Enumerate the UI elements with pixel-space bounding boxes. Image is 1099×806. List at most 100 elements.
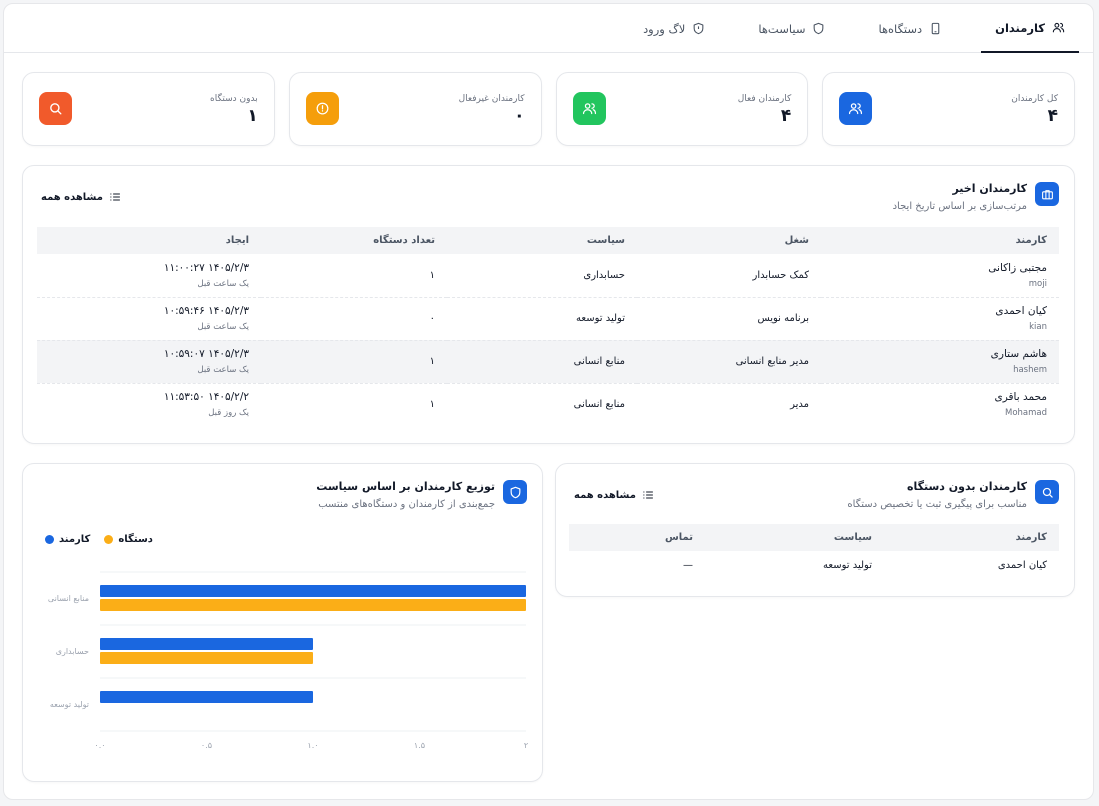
employee-cell: هاشم ستاری hashem bbox=[821, 340, 1059, 384]
view-all-label: مشاهده همه bbox=[41, 191, 103, 203]
users-icon bbox=[572, 92, 606, 125]
stat-no-device: بدون دستگاه ۱ bbox=[22, 72, 275, 146]
x-tick-label: ۰.۵ bbox=[201, 741, 212, 750]
created-date: ۱۴۰۵/۲/۳ ۱۰:۵۹:۰۷ bbox=[163, 348, 249, 360]
view-all-button[interactable]: مشاهده همه bbox=[41, 191, 121, 203]
search-icon bbox=[1035, 480, 1059, 504]
stat-active-employees: کارمندان فعال ۴ bbox=[555, 72, 809, 146]
column-header: کارمند bbox=[821, 227, 1059, 254]
recent-employees-table: کارمند شغل سیاست تعداد دستگاه ایجاد مجتب… bbox=[37, 227, 1059, 426]
created-ago: یک ساعت قبل bbox=[197, 322, 249, 332]
stat-value: ۴ bbox=[780, 106, 792, 126]
column-header: سیاست bbox=[447, 227, 637, 254]
employee-cell: مجتبی زاکانی moji bbox=[821, 254, 1059, 298]
employee-cell: محمد باقری Mohamad bbox=[821, 383, 1059, 426]
stat-total-employees: کل کارمندان ۴ bbox=[822, 72, 1075, 146]
table-row[interactable]: محمد باقری Mohamad مدیر منابع انسانی ۱ ۱۴… bbox=[37, 383, 1059, 426]
bar bbox=[100, 691, 313, 703]
employee-cell: کیان احمدی kian bbox=[821, 297, 1059, 341]
bar bbox=[100, 585, 526, 597]
tab-employees[interactable]: کارمندان bbox=[981, 4, 1079, 53]
stats-row: کل کارمندان ۴ کارمندان فعال ۴ کارمندان غ… bbox=[22, 72, 1075, 146]
card-subtitle: مناسب برای پیگیری ثبت یا تخصیص دستگاه bbox=[847, 499, 1027, 510]
distribution-chart: منابع انسانی حسابداری تولید توسعه ۰.۰ ۰.۵ ۱.۰… bbox=[48, 571, 528, 750]
app-frame: کارمندان دستگاه‌ها سیاست‌ها لاگ ورود کل … bbox=[3, 3, 1094, 800]
table-row[interactable]: کیان احمدی kian برنامه نویس تولید توسعه ۰… bbox=[37, 297, 1059, 341]
table-row[interactable]: هاشم ستاری hashem مدیر منابع انسانی منابع… bbox=[37, 340, 1059, 384]
created-ago: یک ساعت قبل bbox=[197, 278, 249, 289]
created-cell: ۱۴۰۵/۲/۲ ۱۱:۵۳:۵۰ یک روز قبل bbox=[37, 383, 261, 426]
stat-label: کل کارمندان bbox=[1011, 94, 1058, 104]
bar bbox=[100, 599, 526, 611]
view-all-label: مشاهده همه bbox=[574, 489, 636, 501]
category-label: حسابداری bbox=[56, 647, 89, 656]
stat-label: کارمندان غیرفعال bbox=[458, 94, 525, 104]
stat-value: ۰ bbox=[514, 106, 525, 126]
table-header: کارمند شغل سیاست تعداد دستگاه ایجاد bbox=[37, 227, 1059, 254]
employee-username: moji bbox=[1028, 278, 1047, 289]
contact-cell: — bbox=[683, 559, 693, 571]
created-date: ۱۴۰۵/۲/۳ ۱۱:۰۰:۲۷ bbox=[163, 261, 249, 274]
column-header: سیاست bbox=[705, 524, 884, 551]
table-header: کارمند سیاست تماس bbox=[569, 524, 1059, 551]
table-row[interactable]: کیان احمدی تولید توسعه — bbox=[569, 551, 1059, 579]
no-device-table: کارمند سیاست تماس کیان احمدی تولید توسعه… bbox=[569, 524, 1059, 579]
policy-cell: تولید توسعه bbox=[823, 559, 872, 571]
tab-label: کارمندان bbox=[995, 20, 1045, 35]
employee-name: محمد باقری bbox=[994, 391, 1047, 404]
job-cell: برنامه نویس bbox=[637, 297, 821, 341]
policy-cell: منابع انسانی bbox=[447, 340, 637, 384]
stat-inactive-employees: کارمندان غیرفعال ۰ bbox=[288, 72, 542, 146]
clock-icon bbox=[305, 92, 339, 125]
tab-devices[interactable]: دستگاه‌ها bbox=[864, 4, 956, 53]
column-header: ایجاد bbox=[37, 227, 261, 254]
created-cell: ۱۴۰۵/۲/۳ ۱۱:۰۰:۲۷ یک ساعت قبل bbox=[37, 254, 261, 298]
job-cell: کمک حسابدار bbox=[637, 254, 821, 298]
users-icon bbox=[839, 92, 873, 125]
stat-label: بدون دستگاه bbox=[210, 94, 258, 104]
tab-login-log[interactable]: لاگ ورود bbox=[629, 4, 719, 53]
stat-value: ۴ bbox=[1047, 106, 1058, 126]
job-cell: مدیر منابع انسانی bbox=[637, 340, 821, 384]
created-date: ۱۴۰۵/۲/۳ ۱۰:۵۹:۴۶ bbox=[163, 305, 249, 317]
employee-username: Mohamad bbox=[1004, 408, 1047, 419]
recent-employees-card: کارمندان اخیر مرتب‌سازی بر اساس تاریخ ای… bbox=[22, 165, 1075, 444]
column-header: کارمند bbox=[884, 524, 1059, 551]
card-title: کارمندان بدون دستگاه bbox=[906, 480, 1027, 493]
column-header: تماس bbox=[569, 524, 705, 551]
list-icon bbox=[110, 193, 120, 201]
card-subtitle: مرتب‌سازی بر اساس تاریخ ایجاد bbox=[892, 201, 1027, 212]
view-all-button[interactable]: مشاهده همه bbox=[574, 489, 654, 501]
tab-label: لاگ ورود bbox=[643, 21, 686, 36]
tab-policies[interactable]: سیاست‌ها bbox=[744, 4, 839, 53]
stat-value: ۱ bbox=[247, 106, 258, 126]
x-tick-label: ۰.۰ bbox=[94, 741, 105, 750]
policy-cell: حسابداری bbox=[447, 254, 637, 298]
table-row[interactable]: مجتبی زاکانی moji کمک حسابدار حسابداری ۱ … bbox=[37, 254, 1059, 298]
category-label: منابع انسانی bbox=[48, 594, 89, 603]
phone-icon bbox=[931, 22, 940, 35]
list-icon bbox=[643, 491, 653, 499]
device-count-cell: ۱ bbox=[261, 340, 447, 384]
device-count-cell: ۱ bbox=[429, 399, 435, 411]
employee-username: hashem bbox=[1013, 365, 1047, 375]
bar bbox=[100, 652, 313, 664]
created-ago: یک روز قبل bbox=[208, 408, 249, 419]
policy-cell: منابع انسانی bbox=[573, 399, 625, 411]
tab-label: دستگاه‌ها bbox=[878, 21, 923, 36]
created-cell: ۱۴۰۵/۲/۳ ۱۰:۵۹:۰۷ یک ساعت قبل bbox=[37, 340, 261, 384]
created-cell: ۱۴۰۵/۲/۳ ۱۰:۵۹:۴۶ یک ساعت قبل bbox=[37, 297, 261, 341]
category-label: تولید توسعه bbox=[50, 700, 89, 709]
card-title: کارمندان اخیر bbox=[952, 182, 1027, 195]
users-icon bbox=[1052, 22, 1065, 33]
employee-name: مجتبی زاکانی bbox=[988, 261, 1047, 274]
search-icon bbox=[39, 92, 72, 125]
briefcase-icon bbox=[1035, 182, 1059, 206]
column-header: تعداد دستگاه bbox=[261, 227, 447, 254]
created-ago: یک ساعت قبل bbox=[197, 365, 249, 375]
job-cell: مدیر bbox=[790, 399, 809, 411]
shield-icon bbox=[814, 22, 824, 35]
employee-username: kian bbox=[1029, 322, 1047, 332]
x-tick-label: ۲ bbox=[524, 741, 528, 750]
employee-name: هاشم ستاری bbox=[990, 348, 1047, 360]
